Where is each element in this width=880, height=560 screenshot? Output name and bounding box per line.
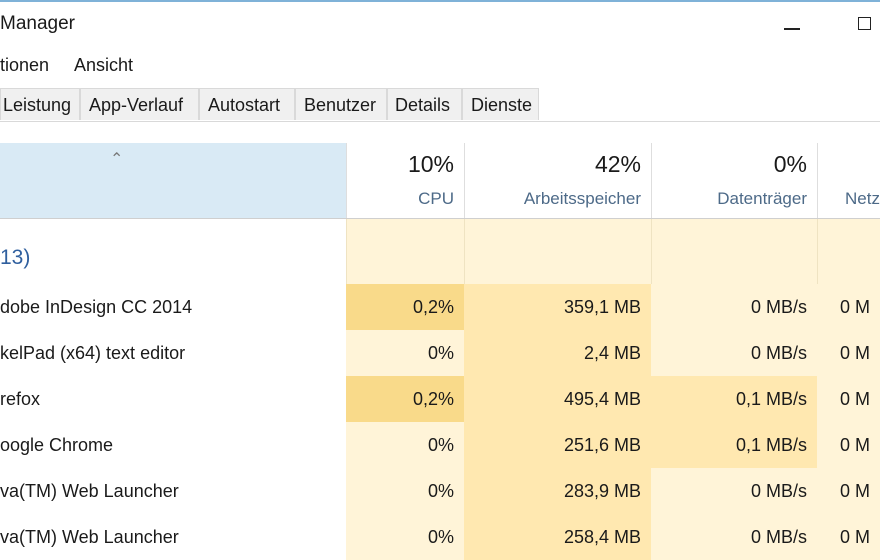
tab-dienste[interactable]: Dienste xyxy=(462,88,539,120)
process-cpu: 0,2% xyxy=(346,284,464,330)
process-name: va(TM) Web Launcher xyxy=(0,527,179,547)
tab-autostart[interactable]: Autostart xyxy=(199,88,295,120)
group-network-cell xyxy=(817,219,880,284)
table-row[interactable]: dobe InDesign CC 2014 0,2% 359,1 MB 0 MB… xyxy=(0,284,880,330)
title-bar: Manager xyxy=(0,2,880,46)
process-cpu: 0% xyxy=(346,330,464,376)
memory-label: Arbeitsspeicher xyxy=(523,189,641,208)
disk-percent: 0% xyxy=(773,151,807,177)
process-network: 0 M xyxy=(817,284,880,330)
process-network: 0 M xyxy=(817,514,880,560)
process-disk: 0,1 MB/s xyxy=(651,376,817,422)
tab-leistung[interactable]: Leistung xyxy=(0,88,80,120)
maximize-icon[interactable] xyxy=(852,8,880,38)
process-cpu: 0% xyxy=(346,422,464,468)
process-disk: 0 MB/s xyxy=(651,468,817,514)
column-header-network[interactable]: Netz xyxy=(817,143,880,219)
process-name: refox xyxy=(0,389,41,409)
table-row[interactable]: oogle Chrome 0% 251,6 MB 0,1 MB/s 0 M xyxy=(0,422,880,468)
table-row[interactable]: va(TM) Web Launcher 0% 258,4 MB 0 MB/s 0… xyxy=(0,514,880,560)
column-header-cpu[interactable]: 10% CPU xyxy=(346,143,464,219)
menu-item-ansicht[interactable]: Ansicht xyxy=(74,55,133,76)
table-row[interactable]: refox 0,2% 495,4 MB 0,1 MB/s 0 M xyxy=(0,376,880,422)
menu-item-optionen[interactable]: tionen xyxy=(0,55,49,76)
tab-benutzer[interactable]: Benutzer xyxy=(295,88,387,120)
process-name: oogle Chrome xyxy=(0,435,114,455)
window-title: Manager xyxy=(0,13,75,34)
process-disk: 0 MB/s xyxy=(651,330,817,376)
network-label: Netz xyxy=(845,189,880,208)
process-cpu: 0,2% xyxy=(346,376,464,422)
process-network: 0 M xyxy=(817,468,880,514)
minimize-icon[interactable] xyxy=(780,8,806,38)
process-cpu: 0% xyxy=(346,468,464,514)
process-memory: 359,1 MB xyxy=(464,284,651,330)
column-header-disk[interactable]: 0% Datenträger xyxy=(651,143,817,219)
tab-details[interactable]: Details xyxy=(387,88,462,120)
sort-ascending-icon: ⌃ xyxy=(110,151,124,168)
process-network: 0 M xyxy=(817,376,880,422)
process-name: kelPad (x64) text editor xyxy=(0,343,186,363)
process-disk: 0,1 MB/s xyxy=(651,422,817,468)
process-cpu: 0% xyxy=(346,514,464,560)
process-memory: 2,4 MB xyxy=(464,330,651,376)
process-memory: 251,6 MB xyxy=(464,422,651,468)
column-header-memory[interactable]: 42% Arbeitsspeicher xyxy=(464,143,651,219)
group-label: 13) xyxy=(0,246,31,269)
process-name: dobe InDesign CC 2014 xyxy=(0,297,193,317)
column-header-row: ⌃ 10% CPU 42% Arbeitsspeicher 0% Datentr… xyxy=(0,143,880,219)
group-cpu-cell xyxy=(346,219,464,284)
process-memory: 495,4 MB xyxy=(464,376,651,422)
cpu-percent: 10% xyxy=(407,151,454,177)
memory-percent: 42% xyxy=(594,151,641,177)
process-memory: 283,9 MB xyxy=(464,468,651,514)
group-memory-cell xyxy=(464,219,651,284)
process-network: 0 M xyxy=(817,330,880,376)
column-header-name[interactable]: ⌃ xyxy=(0,143,346,219)
process-name: va(TM) Web Launcher xyxy=(0,481,179,501)
table-row[interactable]: kelPad (x64) text editor 0% 2,4 MB 0 MB/… xyxy=(0,330,880,376)
group-disk-cell xyxy=(651,219,817,284)
process-memory: 258,4 MB xyxy=(464,514,651,560)
process-network: 0 M xyxy=(817,422,880,468)
tab-app-verlauf[interactable]: App-Verlauf xyxy=(80,88,199,120)
tab-strip-border xyxy=(0,121,880,122)
table-row[interactable]: va(TM) Web Launcher 0% 283,9 MB 0 MB/s 0… xyxy=(0,468,880,514)
cpu-label: CPU xyxy=(418,189,454,208)
group-row-apps[interactable]: 13) xyxy=(0,219,880,284)
disk-label: Datenträger xyxy=(717,189,807,208)
process-disk: 0 MB/s xyxy=(651,284,817,330)
process-disk: 0 MB/s xyxy=(651,514,817,560)
